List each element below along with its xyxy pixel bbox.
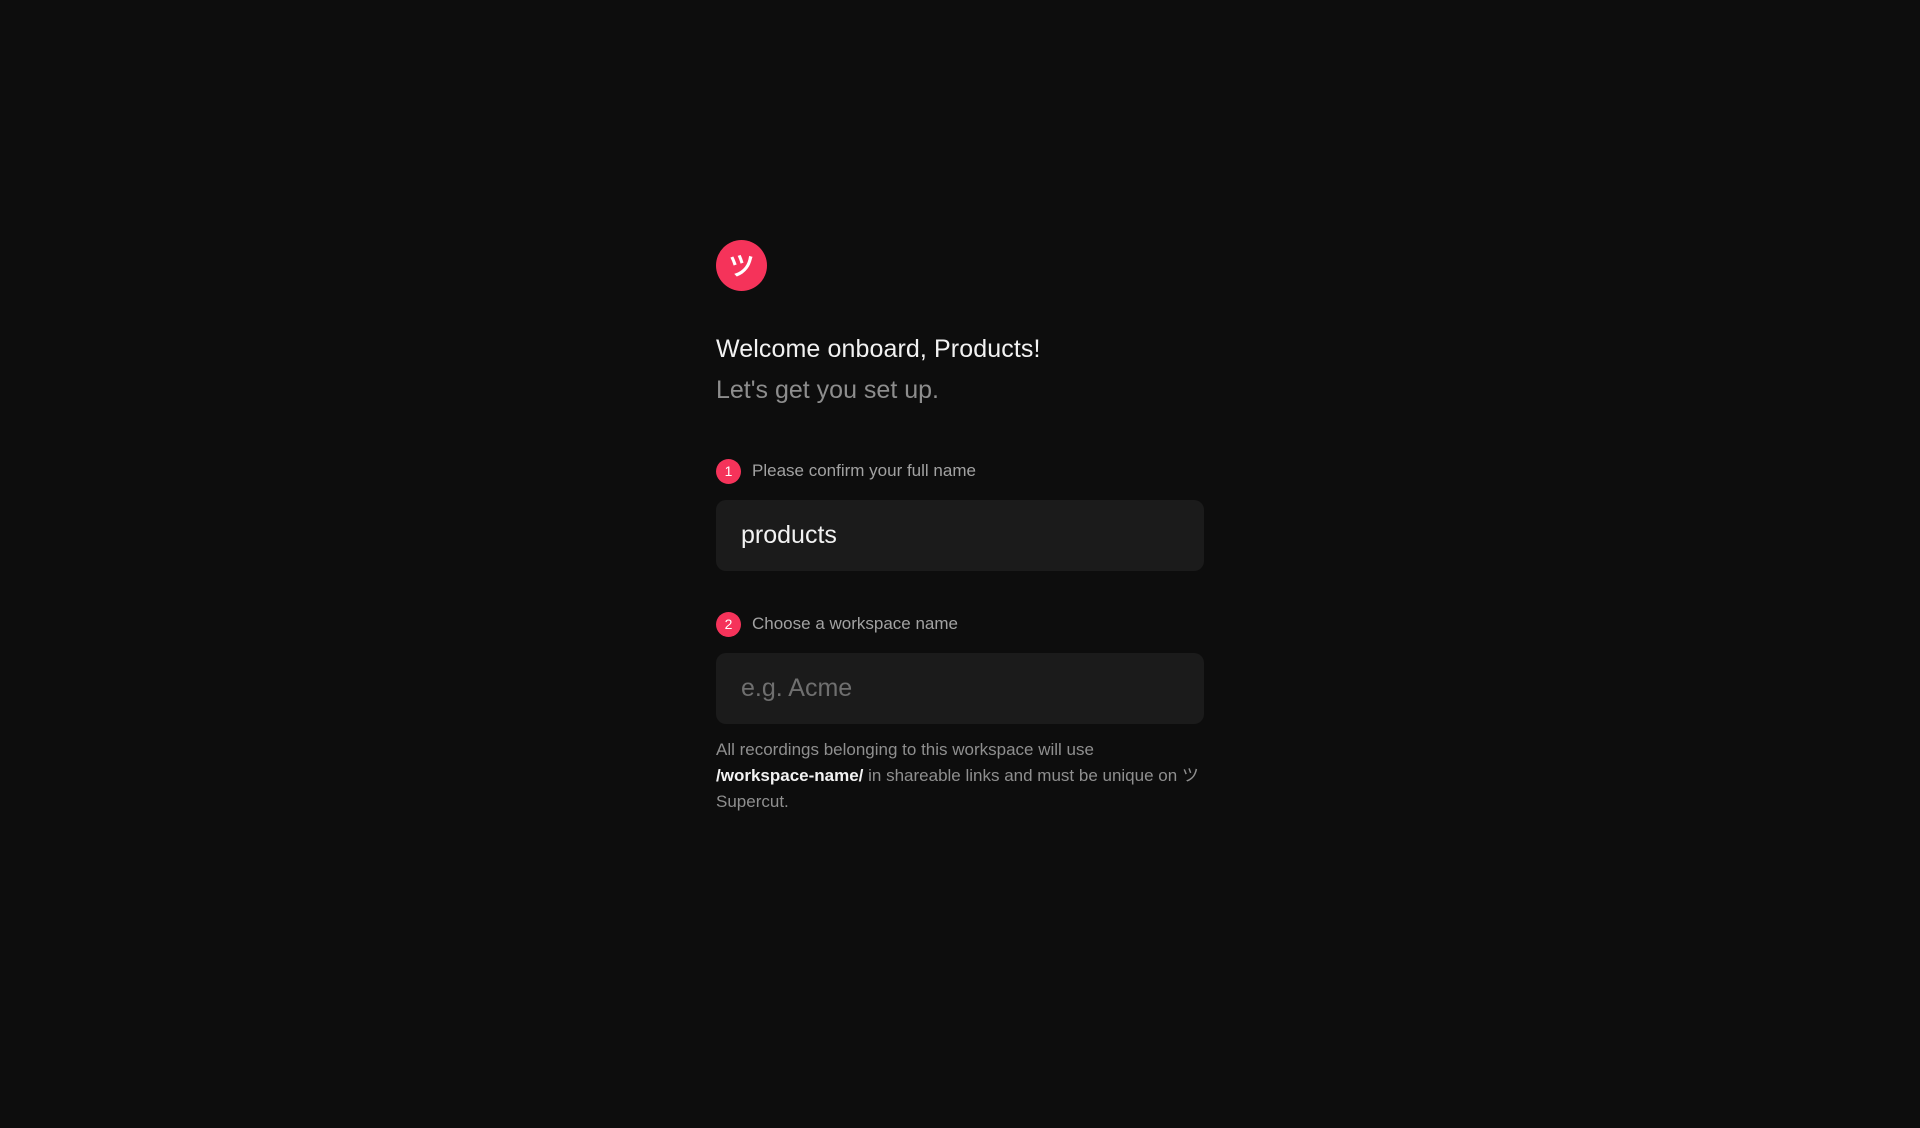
step-workspace-name: 2 Choose a workspace name [716,611,1204,637]
hint-path: /workspace-name/ [716,766,864,785]
onboarding-page: ツ Welcome onboard, Products! Let's get y… [0,0,1920,1128]
workspace-name-input[interactable] [741,674,1179,703]
workspace-hint: All recordings belonging to this workspa… [716,737,1204,815]
workspace-name-label: Choose a workspace name [752,614,959,633]
hint-prefix: All recordings belonging to this workspa… [716,740,1094,759]
step-full-name: 1 Please confirm your full name [716,458,1204,484]
step-number-badge: 2 [716,611,741,637]
supercut-logo-icon: ツ [716,240,767,291]
full-name-input[interactable] [741,521,1179,550]
full-name-label: Please confirm your full name [752,461,976,480]
full-name-field[interactable] [716,500,1204,571]
step-number-badge: 1 [716,458,741,484]
workspace-name-field[interactable] [716,653,1204,724]
logo-glyph: ツ [728,250,755,281]
welcome-subtitle: Let's get you set up. [716,375,939,404]
welcome-title: Welcome onboard, Products! [716,335,1041,363]
onboarding-panel: ツ Welcome onboard, Products! Let's get y… [716,240,1204,815]
